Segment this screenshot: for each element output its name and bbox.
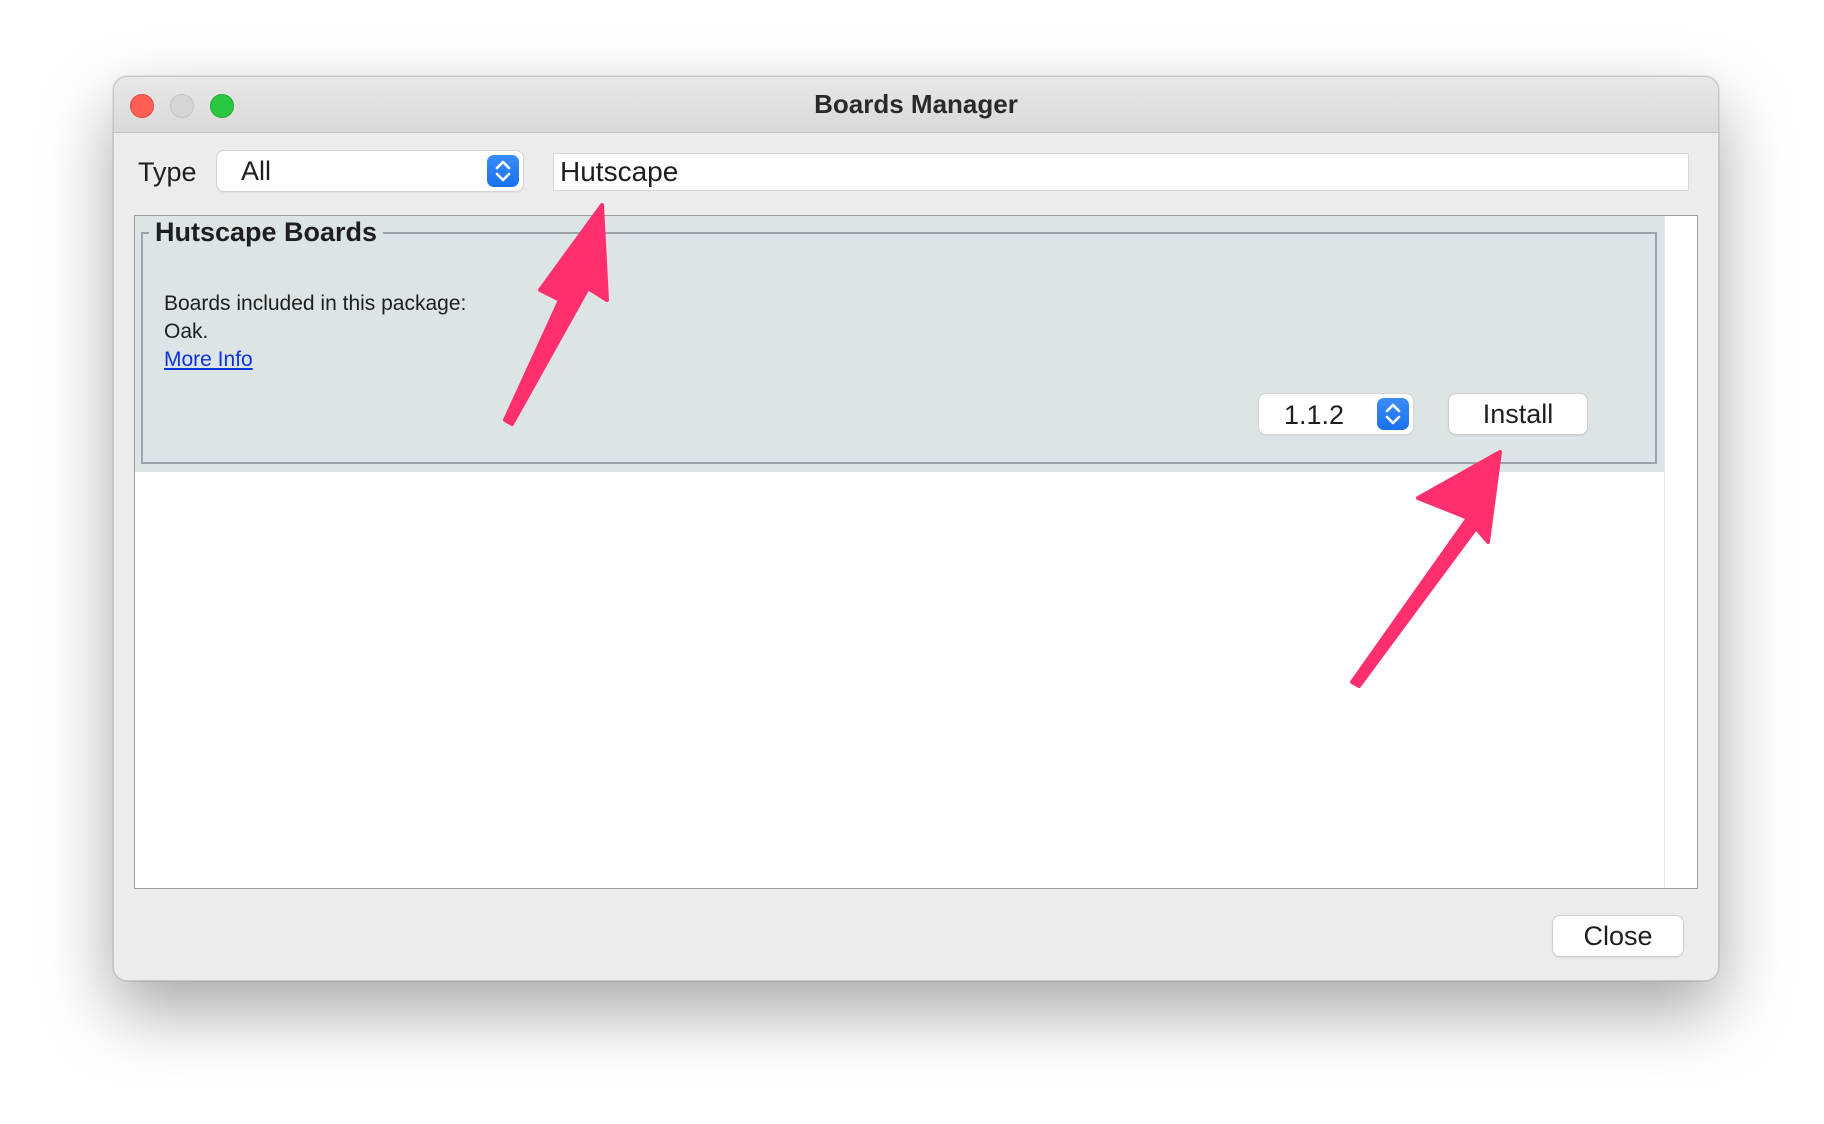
annotation-arrows xyxy=(503,203,1502,688)
arrow-icon xyxy=(1350,450,1502,688)
screenshot-stage: Boards Manager Type All Hutscape Boards … xyxy=(0,0,1824,1124)
arrow-icon xyxy=(503,203,609,426)
